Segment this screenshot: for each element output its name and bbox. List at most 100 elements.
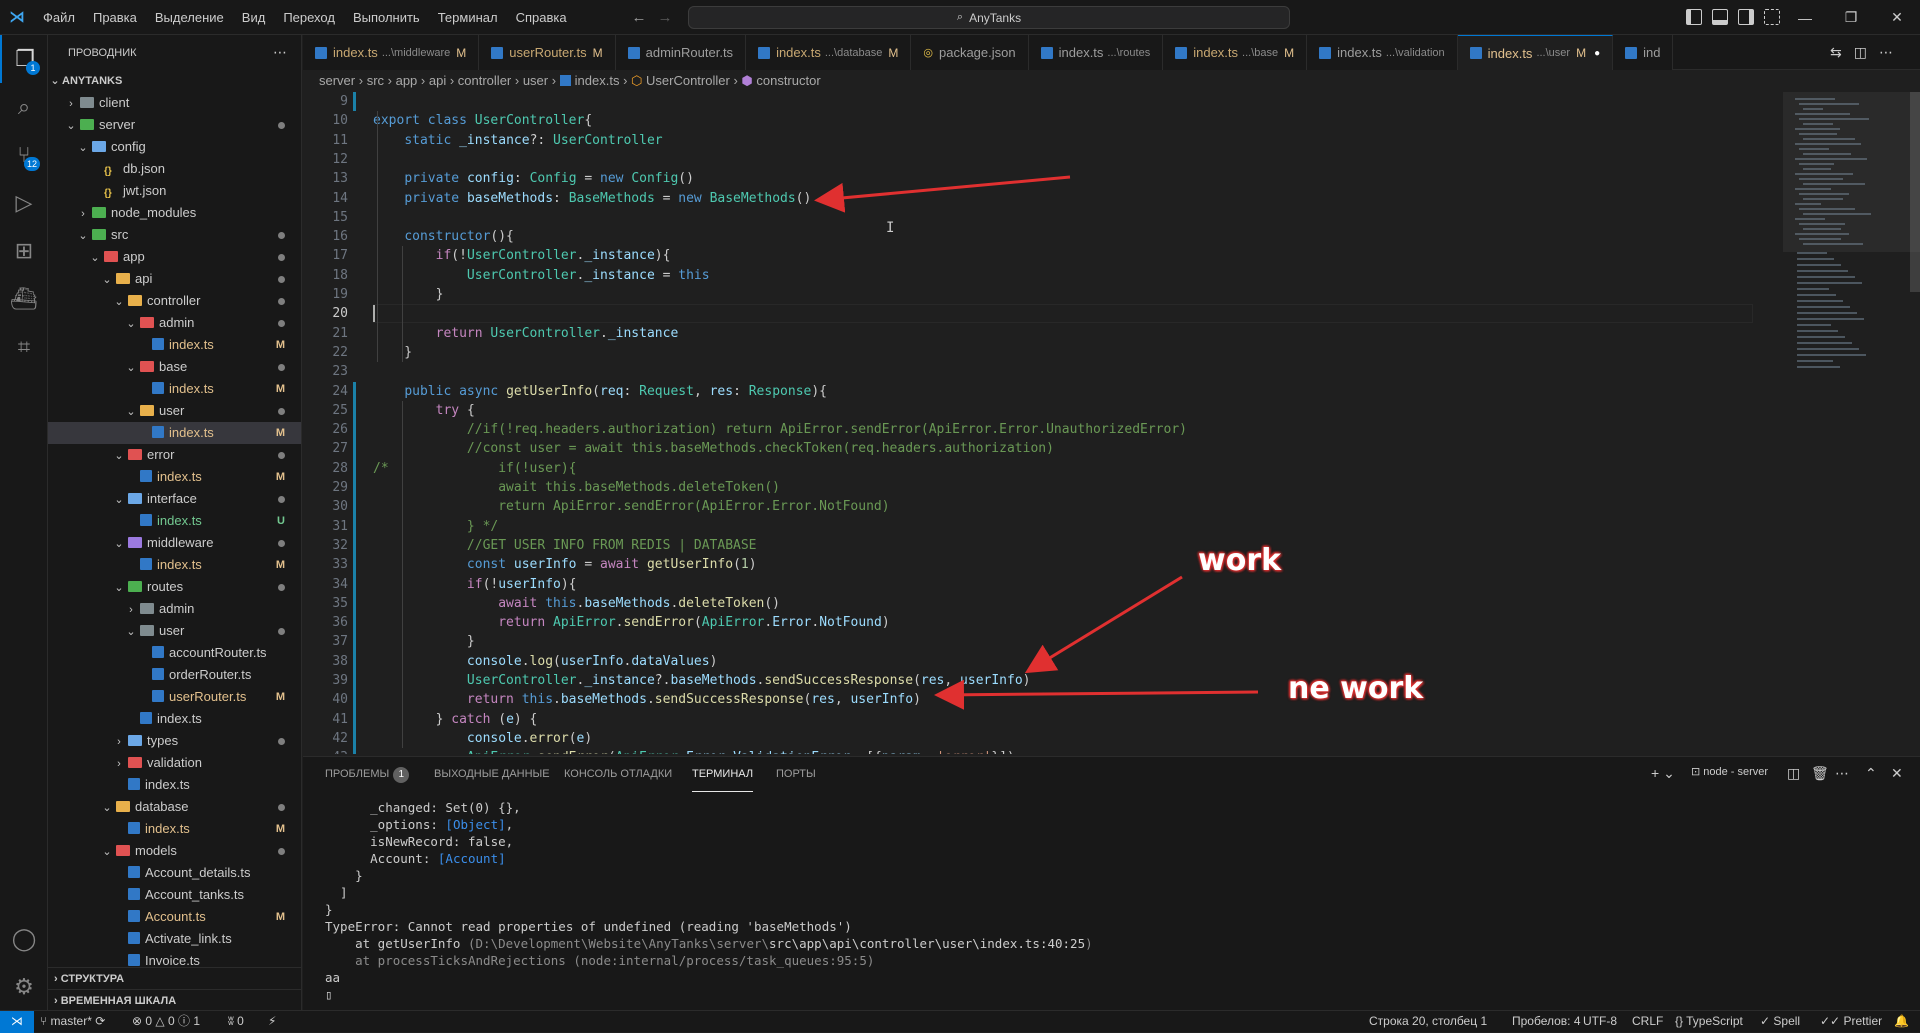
folder-item[interactable]: ⌄ database: [48, 796, 301, 818]
line-number[interactable]: 30: [303, 497, 348, 516]
breadcrumb-item[interactable]: controller: [458, 73, 511, 88]
file-item[interactable]: index.ts M: [48, 554, 301, 576]
folder-item[interactable]: ⌄ config: [48, 136, 301, 158]
docker-icon[interactable]: ⛴: [0, 275, 48, 323]
code-line[interactable]: return ApiError.sendError(ApiError.Error…: [373, 613, 889, 632]
menu-item[interactable]: Выполнить: [344, 0, 429, 35]
editor-tab[interactable]: ◎ package.json: [911, 35, 1029, 70]
minimap-viewport[interactable]: [1783, 92, 1920, 252]
line-number[interactable]: 10: [303, 111, 348, 130]
folder-item[interactable]: › node_modules: [48, 202, 301, 224]
folder-item[interactable]: › types: [48, 730, 301, 752]
file-item[interactable]: index.ts U: [48, 510, 301, 532]
account-icon[interactable]: ◯: [0, 915, 48, 963]
maximize-panel-icon[interactable]: ⌃: [1865, 765, 1877, 782]
code-line[interactable]: static _instance?: UserController: [373, 131, 662, 150]
editor-tab[interactable]: index.ts ...\user M ●: [1457, 35, 1614, 70]
code-line[interactable]: return ApiError.sendError(ApiError.Error…: [373, 497, 889, 516]
panel-tab[interactable]: ПОРТЫ: [776, 757, 816, 792]
line-number[interactable]: 18: [303, 266, 348, 285]
code-line[interactable]: const userInfo = await getUserInfo(1): [373, 555, 757, 574]
git-gutter-marker[interactable]: [353, 92, 356, 112]
editor-tab[interactable]: index.ts ...\middleware M: [303, 35, 480, 70]
code-line[interactable]: await this.baseMethods.deleteToken(): [373, 478, 780, 497]
language-mode[interactable]: {} TypeScript: [1675, 1011, 1743, 1032]
breadcrumb-item[interactable]: server: [319, 73, 355, 88]
folder-item[interactable]: ⌄ src: [48, 224, 301, 246]
compare-changes-icon[interactable]: ⇆: [1830, 44, 1842, 61]
line-endings[interactable]: CRLF: [1632, 1011, 1663, 1032]
code-line[interactable]: constructor(){: [373, 227, 514, 246]
file-item[interactable]: Activate_link.ts: [48, 928, 301, 950]
close-window-button[interactable]: ✕: [1874, 0, 1920, 35]
breadcrumb-item[interactable]: app: [396, 73, 418, 88]
file-item[interactable]: index.ts M: [48, 466, 301, 488]
database-icon[interactable]: ⌗: [0, 323, 48, 371]
line-number[interactable]: 22: [303, 343, 348, 362]
code-line[interactable]: //GET USER INFO FROM REDIS | DATABASE: [373, 536, 757, 555]
editor-tab[interactable]: index.ts ...\database M: [746, 35, 912, 70]
explorer-icon[interactable]: ❐ 1: [0, 35, 48, 83]
code-line[interactable]: } */: [373, 517, 498, 536]
git-branch[interactable]: ⑂ master* ⟳: [40, 1011, 105, 1032]
toggle-secondary-sidebar-icon[interactable]: [1738, 9, 1754, 25]
breadcrumb-item[interactable]: constructor: [756, 73, 820, 88]
folder-item[interactable]: › validation: [48, 752, 301, 774]
line-number[interactable]: 31: [303, 517, 348, 536]
source-control-icon[interactable]: ⑂ 12: [0, 131, 48, 179]
editor-tab[interactable]: userRouter.ts M: [479, 35, 616, 70]
line-number[interactable]: 36: [303, 613, 348, 632]
minimap[interactable]: [1783, 92, 1920, 754]
code-line[interactable]: ApiError.sendError(ApiError.Error.Valida…: [373, 748, 1015, 754]
line-number[interactable]: 43: [303, 748, 348, 754]
line-number[interactable]: 20: [303, 304, 348, 323]
folder-item[interactable]: › admin: [48, 598, 301, 620]
sync-icon[interactable]: ⟳: [95, 1014, 105, 1028]
line-number[interactable]: 19: [303, 285, 348, 304]
file-item[interactable]: userRouter.ts M: [48, 686, 301, 708]
folder-item[interactable]: ⌄ routes: [48, 576, 301, 598]
folder-item[interactable]: ⌄ middleware: [48, 532, 301, 554]
folder-item[interactable]: ⌄ admin: [48, 312, 301, 334]
folder-item[interactable]: ⌄ user: [48, 400, 301, 422]
line-number[interactable]: 37: [303, 632, 348, 651]
encoding[interactable]: UTF-8: [1583, 1011, 1617, 1032]
panel-more-icon[interactable]: ⋯: [1835, 765, 1849, 782]
terminal-selector[interactable]: ⊡ node - server: [1691, 765, 1768, 778]
line-number[interactable]: 23: [303, 362, 348, 381]
code-line[interactable]: return this.baseMethods.sendSuccessRespo…: [373, 690, 921, 709]
folder-item[interactable]: › client: [48, 92, 301, 114]
code-line[interactable]: UserController._instance = this: [373, 266, 710, 285]
line-number[interactable]: 16: [303, 227, 348, 246]
line-number[interactable]: 34: [303, 575, 348, 594]
code-line[interactable]: private config: Config = new Config(): [373, 169, 694, 188]
file-item[interactable]: Account.ts M: [48, 906, 301, 928]
line-number[interactable]: 38: [303, 652, 348, 671]
workspace-root[interactable]: ⌄ ANYTANKS: [48, 70, 301, 92]
folder-item[interactable]: ⌄ user: [48, 620, 301, 642]
back-arrow-icon[interactable]: ←: [626, 9, 652, 26]
spell-check[interactable]: ✓ Spell: [1760, 1011, 1800, 1032]
run-debug-icon[interactable]: ▷: [0, 179, 48, 227]
line-number[interactable]: 33: [303, 555, 348, 574]
file-item[interactable]: {} db.json: [48, 158, 301, 180]
git-gutter-marker[interactable]: [353, 400, 356, 754]
more-actions-icon[interactable]: ⋯: [273, 44, 287, 61]
forward-arrow-icon[interactable]: →: [652, 9, 678, 26]
code-line[interactable]: try {: [373, 401, 475, 420]
menu-item[interactable]: Терминал: [429, 0, 507, 35]
line-number[interactable]: 17: [303, 246, 348, 265]
outline-section[interactable]: › СТРУКТУРА: [48, 967, 301, 989]
file-item[interactable]: Account_tanks.ts: [48, 884, 301, 906]
line-number[interactable]: 41: [303, 710, 348, 729]
code-editor[interactable]: 9 10 export class UserController{11 static…: [303, 92, 1783, 754]
line-number[interactable]: 13: [303, 169, 348, 188]
editor-tab[interactable]: index.ts ...\routes: [1028, 35, 1164, 70]
unsaved-dot-icon[interactable]: ●: [1594, 48, 1600, 59]
git-gutter-marker[interactable]: [353, 381, 356, 401]
notifications-bell-icon[interactable]: 🔔: [1894, 1011, 1909, 1032]
menu-item[interactable]: Переход: [274, 0, 344, 35]
code-line[interactable]: //const user = await this.baseMethods.ch…: [373, 439, 1054, 458]
line-number[interactable]: 25: [303, 401, 348, 420]
line-number[interactable]: 24: [303, 382, 348, 401]
